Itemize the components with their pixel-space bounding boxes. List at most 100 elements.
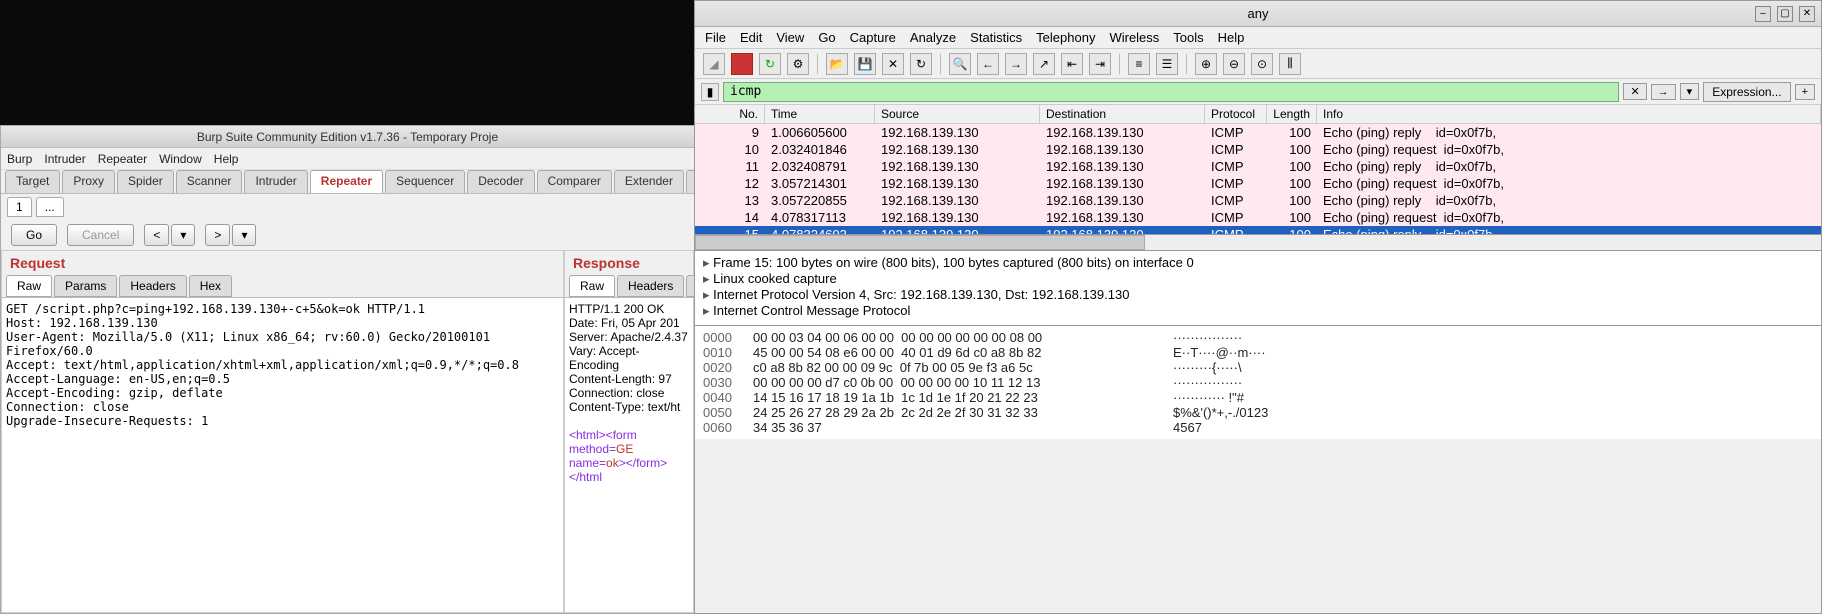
- hex-line[interactable]: 0020c0 a8 8b 82 00 00 09 9c 0f 7b 00 05 …: [703, 360, 1813, 375]
- nav-prev-button[interactable]: <: [144, 224, 169, 246]
- hex-line[interactable]: 006034 35 36 374567: [703, 420, 1813, 435]
- cancel-button[interactable]: Cancel: [67, 224, 134, 246]
- apply-filter-icon[interactable]: →: [1651, 84, 1676, 100]
- tab-spider[interactable]: Spider: [117, 170, 174, 193]
- zoom-in-icon[interactable]: ⊕: [1195, 53, 1217, 75]
- resp-tab-headers[interactable]: Headers: [617, 275, 684, 297]
- resize-columns-icon[interactable]: ⫼: [1279, 53, 1301, 75]
- ws-menu-wireless[interactable]: Wireless: [1109, 30, 1159, 45]
- minimize-icon[interactable]: –: [1755, 6, 1771, 22]
- tree-item[interactable]: Internet Control Message Protocol: [703, 303, 1813, 319]
- burp-menu-repeater[interactable]: Repeater: [98, 152, 147, 166]
- go-forward-icon[interactable]: →: [1005, 53, 1027, 75]
- hex-line[interactable]: 005024 25 26 27 28 29 2a 2b 2c 2d 2e 2f …: [703, 405, 1813, 420]
- hex-line[interactable]: 000000 00 03 04 00 06 00 00 00 00 00 00 …: [703, 330, 1813, 345]
- packet-row[interactable]: 91.006605600192.168.139.130192.168.139.1…: [695, 124, 1821, 141]
- tab-decoder[interactable]: Decoder: [467, 170, 534, 193]
- save-file-icon[interactable]: 💾: [854, 53, 876, 75]
- burp-menu-intruder[interactable]: Intruder: [44, 152, 85, 166]
- req-tab-raw[interactable]: Raw: [6, 275, 52, 297]
- req-tab-params[interactable]: Params: [54, 275, 117, 297]
- packet-row[interactable]: 112.032408791192.168.139.130192.168.139.…: [695, 158, 1821, 175]
- close-file-icon[interactable]: ✕: [882, 53, 904, 75]
- ws-menu-analyze[interactable]: Analyze: [910, 30, 956, 45]
- col-time[interactable]: Time: [765, 105, 875, 123]
- resp-tab-raw[interactable]: Raw: [569, 275, 615, 297]
- ws-menu-view[interactable]: View: [776, 30, 804, 45]
- ws-menu-capture[interactable]: Capture: [850, 30, 896, 45]
- hex-line[interactable]: 004014 15 16 17 18 19 1a 1b 1c 1d 1e 1f …: [703, 390, 1813, 405]
- burp-menu-window[interactable]: Window: [159, 152, 202, 166]
- packet-list-scrollbar[interactable]: [695, 235, 1821, 251]
- req-tab-hex[interactable]: Hex: [189, 275, 232, 297]
- packet-list-pane[interactable]: No. Time Source Destination Protocol Len…: [695, 105, 1821, 235]
- packet-row[interactable]: 133.057220855192.168.139.130192.168.139.…: [695, 192, 1821, 209]
- tree-item[interactable]: Linux cooked capture: [703, 271, 1813, 287]
- close-icon[interactable]: ✕: [1799, 6, 1815, 22]
- packet-row[interactable]: 123.057214301192.168.139.130192.168.139.…: [695, 175, 1821, 192]
- col-protocol[interactable]: Protocol: [1205, 105, 1267, 123]
- tree-item[interactable]: Frame 15: 100 bytes on wire (800 bits), …: [703, 255, 1813, 271]
- packet-row[interactable]: 154.078324693192.168.139.130192.168.139.…: [695, 226, 1821, 235]
- ws-menu-edit[interactable]: Edit: [740, 30, 762, 45]
- zoom-out-icon[interactable]: ⊖: [1223, 53, 1245, 75]
- start-capture-icon[interactable]: ◢: [703, 53, 725, 75]
- nav-prev-dropdown[interactable]: ▾: [171, 224, 195, 246]
- repeater-subtab-more[interactable]: ...: [36, 197, 64, 217]
- capture-options-icon[interactable]: ⚙: [787, 53, 809, 75]
- expression-button[interactable]: Expression...: [1703, 82, 1790, 102]
- ws-menu-file[interactable]: File: [705, 30, 726, 45]
- tab-intruder[interactable]: Intruder: [244, 170, 307, 193]
- req-tab-headers[interactable]: Headers: [119, 275, 186, 297]
- tab-comparer[interactable]: Comparer: [537, 170, 612, 193]
- tab-repeater[interactable]: Repeater: [310, 170, 383, 193]
- packet-row[interactable]: 144.078317113192.168.139.130192.168.139.…: [695, 209, 1821, 226]
- response-raw-text[interactable]: HTTP/1.1 200 OK Date: Fri, 05 Apr 201 Se…: [565, 298, 693, 612]
- find-packet-icon[interactable]: 🔍: [949, 53, 971, 75]
- ws-menu-help[interactable]: Help: [1218, 30, 1245, 45]
- nav-next-button[interactable]: >: [205, 224, 230, 246]
- reload-icon[interactable]: ↻: [910, 53, 932, 75]
- display-filter-input[interactable]: [723, 82, 1619, 102]
- request-raw-text[interactable]: GET /script.php?c=ping+192.168.139.130+-…: [2, 298, 563, 612]
- tab-sequencer[interactable]: Sequencer: [385, 170, 465, 193]
- tree-item[interactable]: Internet Protocol Version 4, Src: 192.16…: [703, 287, 1813, 303]
- nav-next-dropdown[interactable]: ▾: [232, 224, 256, 246]
- filter-bookmark-icon[interactable]: ▮: [701, 83, 719, 101]
- col-destination[interactable]: Destination: [1040, 105, 1205, 123]
- tab-extender[interactable]: Extender: [614, 170, 684, 193]
- tab-target[interactable]: Target: [5, 170, 60, 193]
- go-last-icon[interactable]: ⇥: [1089, 53, 1111, 75]
- packet-bytes-pane[interactable]: 000000 00 03 04 00 06 00 00 00 00 00 00 …: [695, 326, 1821, 439]
- go-button[interactable]: Go: [11, 224, 57, 246]
- repeater-subtab-1[interactable]: 1: [7, 197, 32, 217]
- hex-line[interactable]: 003000 00 00 00 d7 c0 0b 00 00 00 00 00 …: [703, 375, 1813, 390]
- filter-dropdown-icon[interactable]: ▾: [1680, 83, 1700, 100]
- packet-row[interactable]: 102.032401846192.168.139.130192.168.139.…: [695, 141, 1821, 158]
- col-source[interactable]: Source: [875, 105, 1040, 123]
- ws-menu-statistics[interactable]: Statistics: [970, 30, 1022, 45]
- col-info[interactable]: Info: [1317, 105, 1821, 123]
- tab-proxy[interactable]: Proxy: [62, 170, 115, 193]
- clear-filter-icon[interactable]: ✕: [1623, 83, 1646, 100]
- add-filter-button[interactable]: +: [1795, 84, 1815, 100]
- ws-menu-telephony[interactable]: Telephony: [1036, 30, 1095, 45]
- restart-capture-icon[interactable]: ↻: [759, 53, 781, 75]
- colorize-icon[interactable]: ☰: [1156, 53, 1178, 75]
- hex-line[interactable]: 001045 00 00 54 08 e6 00 00 40 01 d9 6d …: [703, 345, 1813, 360]
- packet-details-pane[interactable]: Frame 15: 100 bytes on wire (800 bits), …: [695, 251, 1821, 326]
- go-to-packet-icon[interactable]: ↗: [1033, 53, 1055, 75]
- burp-menu-help[interactable]: Help: [214, 152, 239, 166]
- col-length[interactable]: Length: [1267, 105, 1317, 123]
- maximize-icon[interactable]: ▢: [1777, 6, 1793, 22]
- tab-scanner[interactable]: Scanner: [176, 170, 243, 193]
- stop-capture-icon[interactable]: [731, 53, 753, 75]
- zoom-reset-icon[interactable]: ⊙: [1251, 53, 1273, 75]
- ws-menu-tools[interactable]: Tools: [1173, 30, 1203, 45]
- go-back-icon[interactable]: ←: [977, 53, 999, 75]
- ws-menu-go[interactable]: Go: [818, 30, 835, 45]
- open-file-icon[interactable]: 📂: [826, 53, 848, 75]
- burp-menu-burp[interactable]: Burp: [7, 152, 32, 166]
- autoscroll-icon[interactable]: ≡: [1128, 53, 1150, 75]
- go-first-icon[interactable]: ⇤: [1061, 53, 1083, 75]
